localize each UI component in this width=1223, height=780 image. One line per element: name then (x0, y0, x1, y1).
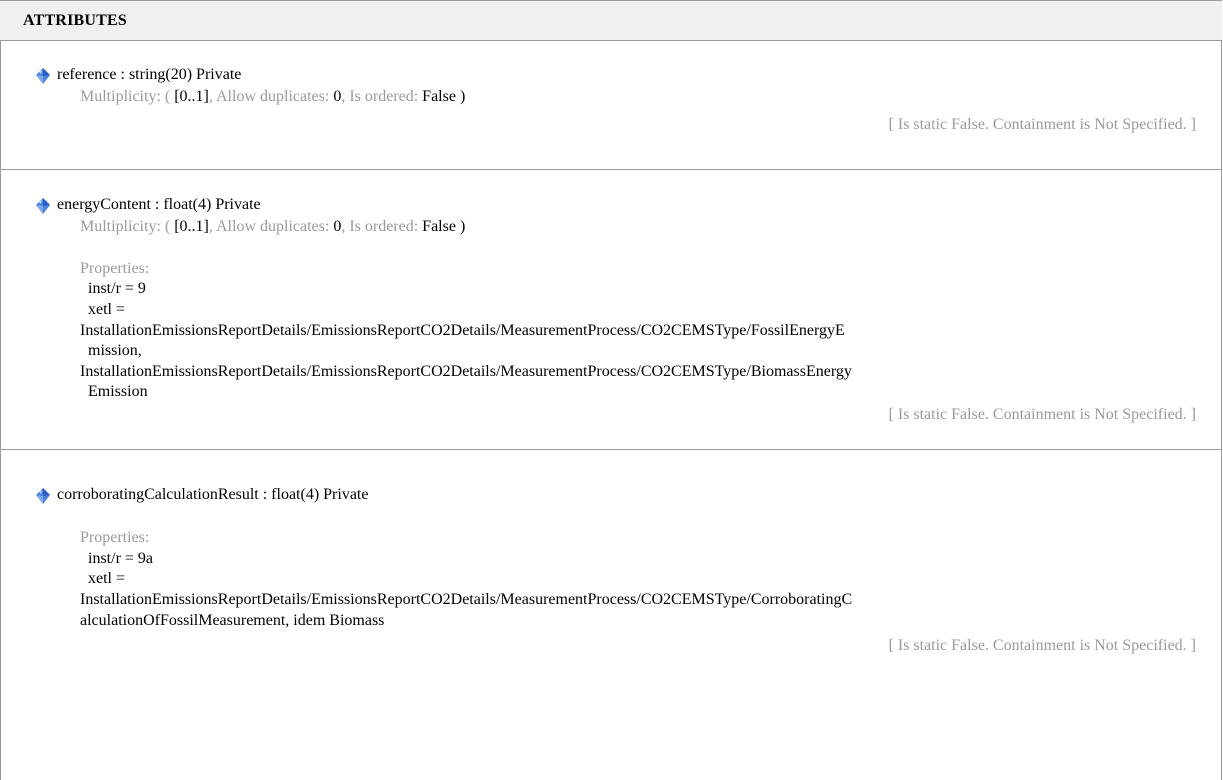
attribute-signature: corroboratingCalculationResult : float(4… (57, 486, 369, 503)
properties-label: Properties: (80, 529, 150, 546)
multiplicity-line: Multiplicity: ( [0..1], Allow duplicates… (80, 88, 465, 106)
attribute-section-reference: reference : string(20) Private Multiplic… (0, 41, 1222, 170)
attribute-gem-icon (36, 198, 50, 214)
attributes-title: ATTRIBUTES (23, 12, 127, 29)
attribute-signature: reference : string(20) Private (57, 66, 242, 83)
multiplicity-line: Multiplicity: ( [0..1], Allow duplicates… (80, 218, 465, 236)
property-line: inst/r = 9a (88, 550, 154, 567)
allow-duplicates-label: , Allow duplicates: (208, 218, 334, 235)
multiplicity-close: ) (455, 88, 466, 105)
property-line: alculationOfFossilMeasurement, idem Biom… (80, 612, 385, 629)
properties-label: Properties: (80, 260, 150, 277)
is-ordered-value: False (422, 218, 456, 235)
property-line: InstallationEmissionsReportDetails/Emiss… (80, 591, 853, 608)
allow-duplicates-label: , Allow duplicates: (208, 88, 334, 105)
attribute-signature: energyContent : float(4) Private (57, 196, 261, 213)
is-ordered-label: , Is ordered: (341, 88, 423, 105)
static-containment-note: [ Is static False. Containment is Not Sp… (888, 637, 1197, 654)
is-ordered-value: False (422, 88, 456, 105)
multiplicity-range: [0..1] (174, 88, 209, 105)
property-line: xetl = (88, 301, 126, 318)
attribute-gem-icon (36, 488, 50, 504)
multiplicity-close: ) (455, 218, 466, 235)
property-line: inst/r = 9 (88, 280, 146, 297)
is-ordered-label: , Is ordered: (341, 218, 423, 235)
multiplicity-range: [0..1] (174, 218, 209, 235)
property-line: InstallationEmissionsReportDetails/Emiss… (80, 322, 845, 339)
static-containment-note: [ Is static False. Containment is Not Sp… (888, 406, 1197, 423)
attributes-header: ATTRIBUTES (0, 0, 1222, 41)
attribute-section-energycontent: energyContent : float(4) Private Multipl… (0, 170, 1222, 450)
multiplicity-label: Multiplicity: ( (80, 88, 171, 105)
multiplicity-label: Multiplicity: ( (80, 218, 171, 235)
property-line: mission, (88, 342, 142, 359)
attribute-gem-icon (36, 68, 50, 84)
property-line: Emission (88, 383, 148, 400)
property-line: InstallationEmissionsReportDetails/Emiss… (80, 363, 852, 380)
static-containment-note: [ Is static False. Containment is Not Sp… (888, 116, 1197, 133)
attribute-section-corroboratingcalculationresult: corroboratingCalculationResult : float(4… (0, 450, 1222, 780)
property-line: xetl = (88, 570, 126, 587)
